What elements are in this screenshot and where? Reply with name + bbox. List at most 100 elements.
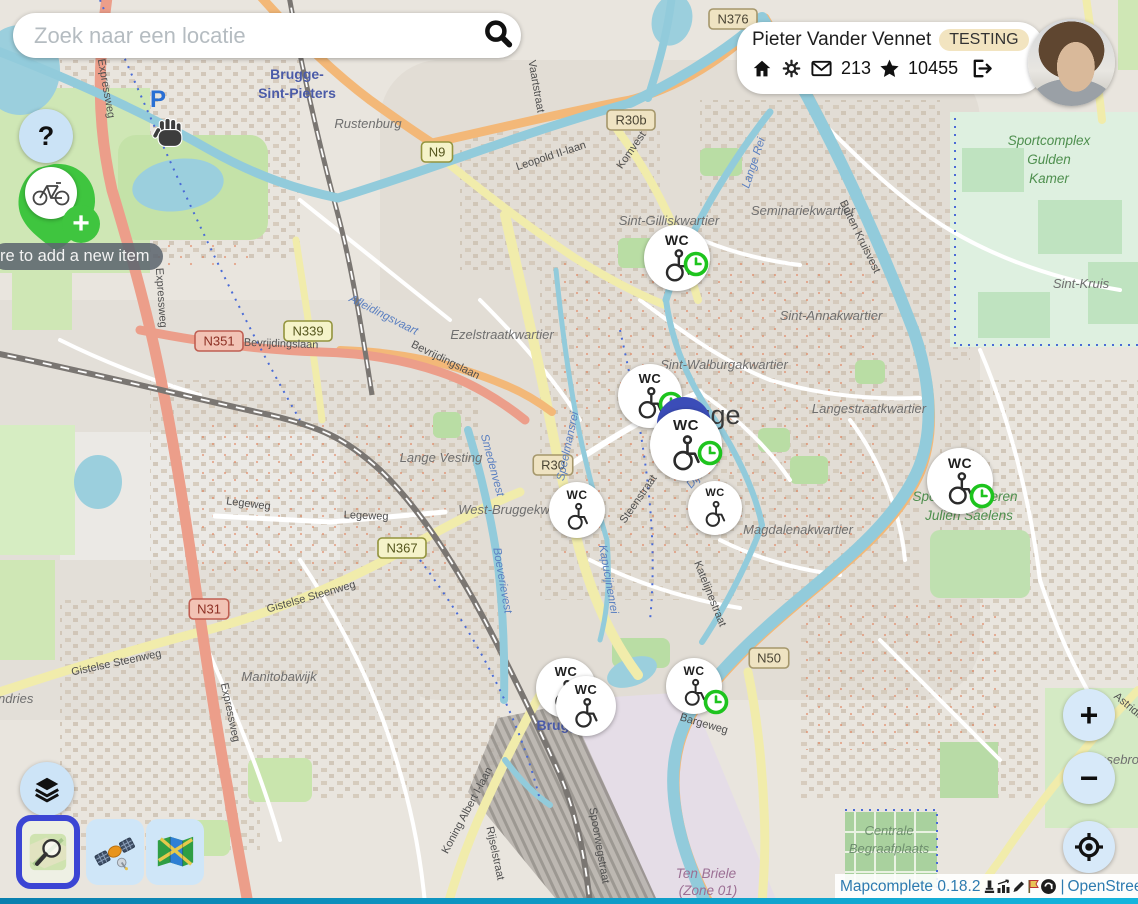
wc-marker[interactable]: WC [650, 409, 722, 481]
edit-pen-icon[interactable] [1011, 879, 1026, 894]
map-label: Sportcomplex [1008, 133, 1092, 148]
map-label: Gulden [1027, 152, 1071, 167]
message-count: 213 [841, 58, 871, 79]
zoom-out-button[interactable]: − [1063, 752, 1115, 804]
svg-text:N9: N9 [429, 145, 446, 160]
statue-icon[interactable] [983, 879, 996, 894]
svg-text:N339: N339 [292, 324, 323, 339]
wc-marker[interactable]: WC [688, 481, 742, 535]
svg-text:R30b: R30b [615, 113, 646, 128]
layers-button[interactable] [20, 762, 74, 816]
wc-marker-label: WC [555, 665, 578, 678]
opening-hours-clock-icon [697, 440, 723, 466]
settings-gear-icon[interactable] [781, 58, 802, 79]
openstreetmap-link[interactable]: OpenStreetMap [1067, 878, 1138, 896]
osm-map-magnifier-icon [28, 830, 68, 874]
testing-badge: TESTING [939, 29, 1028, 51]
map-label: Brugge- [270, 66, 324, 82]
wc-marker-label: WC [705, 488, 724, 499]
basemap-map-style-button[interactable] [146, 819, 204, 885]
opening-hours-clock-icon [683, 251, 709, 277]
map-label: Kamer [1029, 171, 1069, 186]
wc-marker[interactable]: WC [927, 448, 993, 514]
opening-hours-clock-icon [703, 689, 729, 715]
wc-marker-label: WC [639, 372, 662, 385]
map-label: Ten Briele [676, 866, 736, 881]
user-panel[interactable]: Pieter Vander Vennet TESTING 213 [737, 22, 1044, 94]
svg-text:N351: N351 [203, 334, 234, 349]
add-plus-badge[interactable]: + [62, 205, 100, 243]
attribution-icons [983, 878, 1057, 895]
map-label: Sint-Walburgakwartier [660, 357, 788, 372]
map-label: Begraafplaats [849, 841, 930, 856]
map-label: Magdalenakwartier [743, 522, 854, 537]
map-label: Legeweg [344, 509, 389, 523]
map-label: Sint-Andries [0, 691, 34, 706]
geolocate-button[interactable] [1063, 821, 1115, 873]
wc-marker[interactable]: WC [644, 225, 710, 291]
basemap-osm-carto-button[interactable] [16, 815, 80, 889]
layers-icon [32, 774, 62, 804]
map-label: Manitobawijk [241, 669, 318, 684]
hand-cursor-icon [152, 114, 188, 154]
user-name: Pieter Vander Vennet [752, 29, 931, 51]
wheelchair-icon [570, 697, 602, 729]
wc-marker[interactable]: WC [549, 482, 605, 538]
map-label: (Zone 01) [679, 883, 738, 898]
road-shield: N351 [195, 331, 243, 351]
zoom-in-button[interactable]: + [1063, 689, 1115, 741]
attribution-bar: Mapcomplete 0.18.2 | O [835, 874, 1138, 899]
wheelchair-icon [563, 502, 592, 531]
home-icon[interactable] [751, 58, 773, 80]
wc-marker-label: WC [948, 456, 972, 470]
search-input[interactable] [32, 22, 475, 50]
road-shield: R30b [607, 110, 655, 130]
map-label: Rustenburg [334, 116, 402, 131]
mapcomplete-app: N376R30bN9N339N351N31N367R30N50 Rustenbu… [0, 0, 1138, 904]
search-icon [481, 17, 515, 51]
wheelchair-icon [701, 500, 729, 528]
road-shield: N31 [189, 599, 229, 619]
bottom-accent-bar [0, 898, 1138, 904]
road-shield: N50 [749, 648, 789, 668]
search-button[interactable] [475, 16, 521, 56]
wc-marker[interactable]: WC [666, 658, 722, 714]
satellite-icon [94, 831, 136, 873]
opening-hours-clock-icon [969, 483, 995, 509]
wc-marker-label: WC [684, 665, 705, 677]
map-label: West-Bruggekw [458, 502, 551, 517]
bicycle-icon [32, 180, 70, 206]
messages-envelope-icon[interactable] [810, 57, 833, 80]
map-label: Centrale [864, 823, 913, 838]
wc-marker-label: WC [567, 489, 588, 501]
map-label: Sint-Pieters [258, 85, 336, 101]
logout-icon[interactable] [970, 57, 993, 80]
map-label: Sint-Kruis [1053, 276, 1110, 291]
svg-text:N50: N50 [757, 651, 781, 666]
map-label: Langestraatkwartier [812, 401, 927, 416]
map-label: P [150, 86, 166, 113]
road-shield: N9 [422, 142, 453, 162]
wc-marker-label: WC [575, 683, 598, 696]
folded-map-icon [154, 831, 196, 873]
map-label: Lange Vesting [400, 450, 483, 465]
crosshair-icon [1074, 832, 1104, 862]
svg-text:N376: N376 [717, 12, 748, 27]
svg-text:N31: N31 [197, 602, 221, 617]
search-bar [13, 13, 521, 58]
star-icon [879, 58, 900, 79]
user-avatar[interactable] [1028, 19, 1115, 106]
flag-icon[interactable] [1026, 879, 1040, 894]
wc-marker[interactable]: WC [556, 676, 616, 736]
map-label: Sint-Annakwartier [780, 308, 883, 323]
badge-circle-icon[interactable] [1040, 878, 1057, 895]
changeset-count: 10455 [908, 58, 958, 79]
svg-text:N367: N367 [386, 541, 417, 556]
mapcomplete-version-link[interactable]: Mapcomplete 0.18.2 [840, 878, 980, 896]
statistics-icon[interactable] [996, 879, 1011, 894]
basemap-satellite-button[interactable] [86, 819, 144, 885]
help-button[interactable]: ? [19, 109, 73, 163]
road-shield: N367 [378, 538, 426, 558]
wc-marker-label: WC [665, 233, 689, 247]
wc-marker-label: WC [673, 418, 699, 433]
